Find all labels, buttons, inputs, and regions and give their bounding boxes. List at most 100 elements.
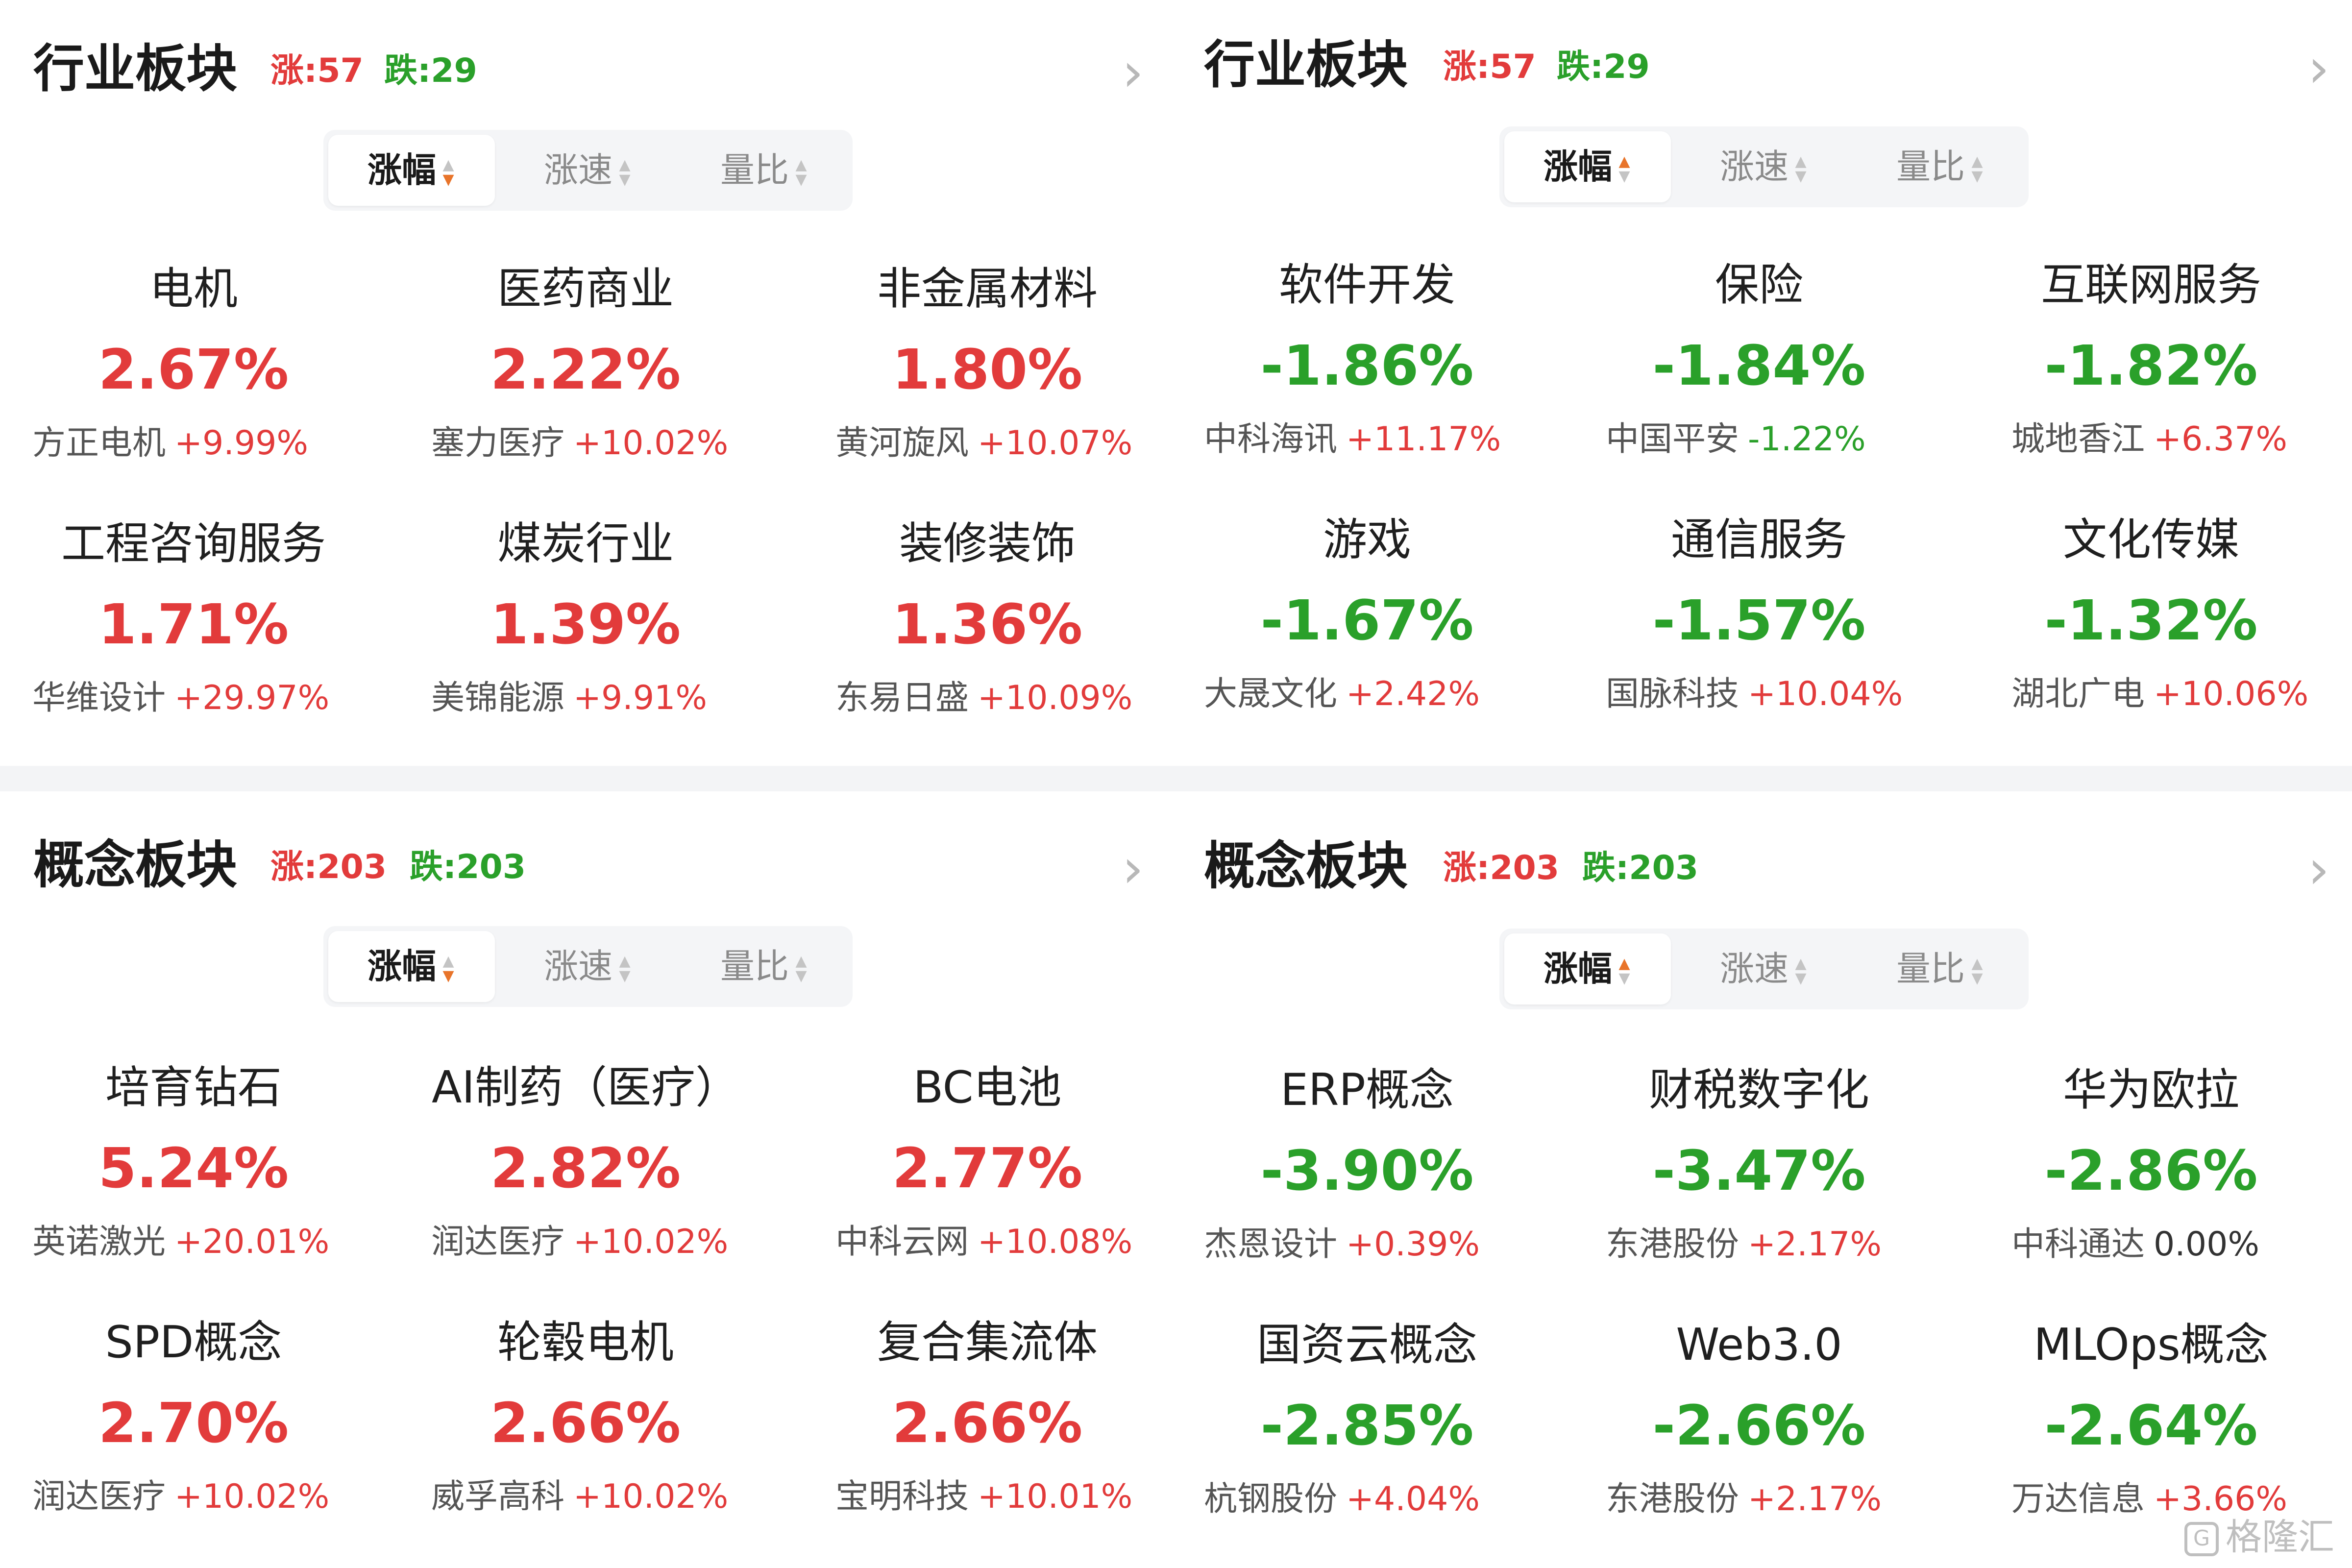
sort-tab-label: 量比 <box>1896 147 1965 187</box>
leading-stock-change: +11.17% <box>1346 420 1501 459</box>
sort-tab-change[interactable]: 涨幅 ▲ ▼ <box>328 931 495 1002</box>
sector-cell[interactable]: BC电池 2.77% 中科云网 +10.08% <box>794 1058 1181 1274</box>
sector-change: -2.86% <box>2044 1139 2258 1203</box>
sector-name: 财税数字化 <box>1649 1064 1869 1116</box>
sector-change: -1.86% <box>1260 334 1474 398</box>
panel-title: 概念板块 <box>1204 836 1408 896</box>
sector-name: 轮毂电机 <box>497 1317 674 1368</box>
sector-cell[interactable]: 通信服务 -1.57% 国脉科技 +10.04% <box>1566 511 1953 726</box>
sector-change: -2.66% <box>1652 1394 1866 1458</box>
leading-stock-name: 华维设计 <box>32 679 166 717</box>
fall-count: 跌:29 <box>384 51 477 90</box>
rise-count: 涨:57 <box>270 51 364 90</box>
fall-count: 跌:203 <box>410 848 526 886</box>
sector-cell[interactable]: 培育钻石 5.24% 英诺激光 +20.01% <box>0 1058 387 1274</box>
leading-stock: 中科通达 0.00% <box>2011 1223 2352 1267</box>
sector-cell[interactable]: 非金属材料 1.80% 黄河旋风 +10.07% <box>794 260 1181 475</box>
leading-stock: 润达医疗 +10.02% <box>431 1220 823 1264</box>
leading-stock-change: +10.06% <box>2154 675 2309 713</box>
sector-name: 通信服务 <box>1671 514 1847 565</box>
sector-name: 保险 <box>1715 259 1803 311</box>
leading-stock-change: +20.01% <box>174 1223 330 1261</box>
sector-cell[interactable]: 复合集流体 2.66% 宝明科技 +10.01% <box>794 1313 1181 1529</box>
leading-stock: 华维设计 +29.97% <box>32 676 424 720</box>
leading-stock-change: +3.66% <box>2154 1480 2288 1519</box>
leading-stock-change: -1.22% <box>1748 420 1866 459</box>
leading-stock: 东港股份 +2.17% <box>1606 1477 1998 1521</box>
chevron-right-icon[interactable]: › <box>1122 841 1144 895</box>
sort-tab-speed[interactable]: 涨速 ▲ ▼ <box>1681 933 1847 1004</box>
sort-tab-speed[interactable]: 涨速 ▲ ▼ <box>505 135 671 206</box>
chevron-right-icon[interactable]: › <box>1122 45 1144 99</box>
sector-cell[interactable]: ERP概念 -3.90% 杰恩设计 +0.39% <box>1174 1061 1561 1276</box>
sector-cell[interactable]: AI制药（医疗） 2.82% 润达医疗 +10.02% <box>392 1058 779 1274</box>
sector-cell[interactable]: MLOps概念 -2.64% 万达信息 +3.66% <box>1958 1316 2345 1531</box>
sort-tab-volume-ratio[interactable]: 量比 ▲ ▼ <box>681 931 848 1002</box>
sort-tab-label: 涨幅 <box>368 150 436 190</box>
panel-header[interactable]: 行业板块 涨:57 跌:29 › <box>1174 0 2340 98</box>
sort-arrows-icon: ▲ ▼ <box>1795 955 1807 987</box>
sector-name: 游戏 <box>1323 514 1411 565</box>
leading-stock: 塞力医疗 +10.02% <box>431 421 823 466</box>
sector-cell[interactable]: 财税数字化 -3.47% 东港股份 +2.17% <box>1566 1061 1953 1276</box>
panel-header[interactable]: 概念板块 涨:203 跌:203 › <box>0 801 1166 899</box>
sector-cell[interactable]: 保险 -1.84% 中国平安 -1.22% <box>1566 256 1953 471</box>
sector-name: Web3.0 <box>1676 1319 1842 1371</box>
sort-arrows-icon: ▲ ▼ <box>1618 152 1630 185</box>
industry-sector-panel-losers: 行业板块 涨:57 跌:29 › 涨幅 ▲ ▼ 涨速 ▲ ▼ 量比 ▲ ▼ 软件开发 -1.… <box>1174 0 2340 760</box>
sector-cell[interactable]: 电机 2.67% 方正电机 +9.99% <box>0 260 387 475</box>
sector-cell[interactable]: 游戏 -1.67% 大晟文化 +2.42% <box>1174 511 1561 726</box>
sort-tab-change[interactable]: 涨幅 ▲ ▼ <box>1504 933 1671 1004</box>
sector-cell[interactable]: 装修装饰 1.36% 东易日盛 +10.09% <box>794 514 1181 730</box>
leading-stock-change: +9.91% <box>573 679 708 717</box>
sector-change: -2.85% <box>1260 1394 1474 1458</box>
leading-stock: 东易日盛 +10.09% <box>835 676 1227 720</box>
sort-tab-volume-ratio[interactable]: 量比 ▲ ▼ <box>1857 131 2024 202</box>
sector-change: 2.77% <box>892 1137 1083 1200</box>
sector-cell[interactable]: 国资云概念 -2.85% 杭钢股份 +4.04% <box>1174 1316 1561 1531</box>
rise-count: 涨:203 <box>1443 849 1560 887</box>
leading-stock-change: +4.04% <box>1346 1480 1480 1519</box>
panel-header[interactable]: 行业板块 涨:57 跌:29 › <box>0 0 1166 99</box>
sort-tab-speed[interactable]: 涨速 ▲ ▼ <box>505 931 671 1002</box>
leading-stock-name: 中科云网 <box>835 1223 969 1261</box>
leading-stock-change: +10.02% <box>174 1477 330 1516</box>
sort-tab-volume-ratio[interactable]: 量比 ▲ ▼ <box>1857 933 2024 1004</box>
leading-stock-name: 美锦能源 <box>431 679 565 717</box>
chevron-right-icon[interactable]: › <box>2308 41 2329 95</box>
sector-cell[interactable]: 医药商业 2.22% 塞力医疗 +10.02% <box>392 260 779 475</box>
sector-cell[interactable]: SPD概念 2.70% 润达医疗 +10.02% <box>0 1313 387 1529</box>
sector-cell[interactable]: 轮毂电机 2.66% 威孚高科 +10.02% <box>392 1313 779 1529</box>
sector-name: 软件开发 <box>1279 259 1455 311</box>
sort-bar: 涨幅 ▲ ▼ 涨速 ▲ ▼ 量比 ▲ ▼ <box>323 926 853 1007</box>
watermark-text: 格隆汇 <box>2226 1516 2334 1558</box>
sector-change: 2.66% <box>490 1392 681 1455</box>
sector-cell[interactable]: 软件开发 -1.86% 中科海讯 +11.17% <box>1174 256 1561 471</box>
panel-header[interactable]: 概念板块 涨:203 跌:203 › <box>1174 801 2340 899</box>
leading-stock-name: 东易日盛 <box>835 679 969 717</box>
sector-cell[interactable]: 文化传媒 -1.32% 湖北广电 +10.06% <box>1958 511 2345 726</box>
leading-stock-name: 东港股份 <box>1606 1225 1740 1264</box>
sector-change: -1.32% <box>2044 589 2258 653</box>
chevron-right-icon[interactable]: › <box>2308 842 2329 896</box>
sort-tab-label: 涨速 <box>1720 147 1788 187</box>
sector-cell[interactable]: 煤炭行业 1.39% 美锦能源 +9.91% <box>392 514 779 730</box>
sector-cell[interactable]: 华为欧拉 -2.86% 中科通达 0.00% <box>1958 1061 2345 1276</box>
leading-stock-name: 英诺激光 <box>32 1223 166 1261</box>
sort-arrows-icon: ▲ ▼ <box>1971 152 1983 185</box>
sort-tab-label: 量比 <box>720 946 789 986</box>
sort-tab-speed[interactable]: 涨速 ▲ ▼ <box>1681 131 1847 202</box>
sort-tab-volume-ratio[interactable]: 量比 ▲ ▼ <box>681 135 848 206</box>
sector-cell[interactable]: Web3.0 -2.66% 东港股份 +2.17% <box>1566 1316 1953 1531</box>
fall-count: 跌:203 <box>1582 849 1699 887</box>
leading-stock: 杰恩设计 +0.39% <box>1204 1223 1596 1267</box>
sector-name: 非金属材料 <box>877 263 1098 315</box>
sector-cell[interactable]: 互联网服务 -1.82% 城地香江 +6.37% <box>1958 256 2345 471</box>
leading-stock: 黄河旋风 +10.07% <box>835 421 1227 466</box>
sort-tab-change[interactable]: 涨幅 ▲ ▼ <box>328 135 495 206</box>
sort-tab-change[interactable]: 涨幅 ▲ ▼ <box>1504 131 1671 202</box>
leading-stock-name: 万达信息 <box>2011 1480 2145 1519</box>
sector-cell[interactable]: 工程咨询服务 1.71% 华维设计 +29.97% <box>0 514 387 730</box>
sector-name: AI制药（医疗） <box>431 1062 740 1113</box>
sector-change: 5.24% <box>98 1137 289 1200</box>
